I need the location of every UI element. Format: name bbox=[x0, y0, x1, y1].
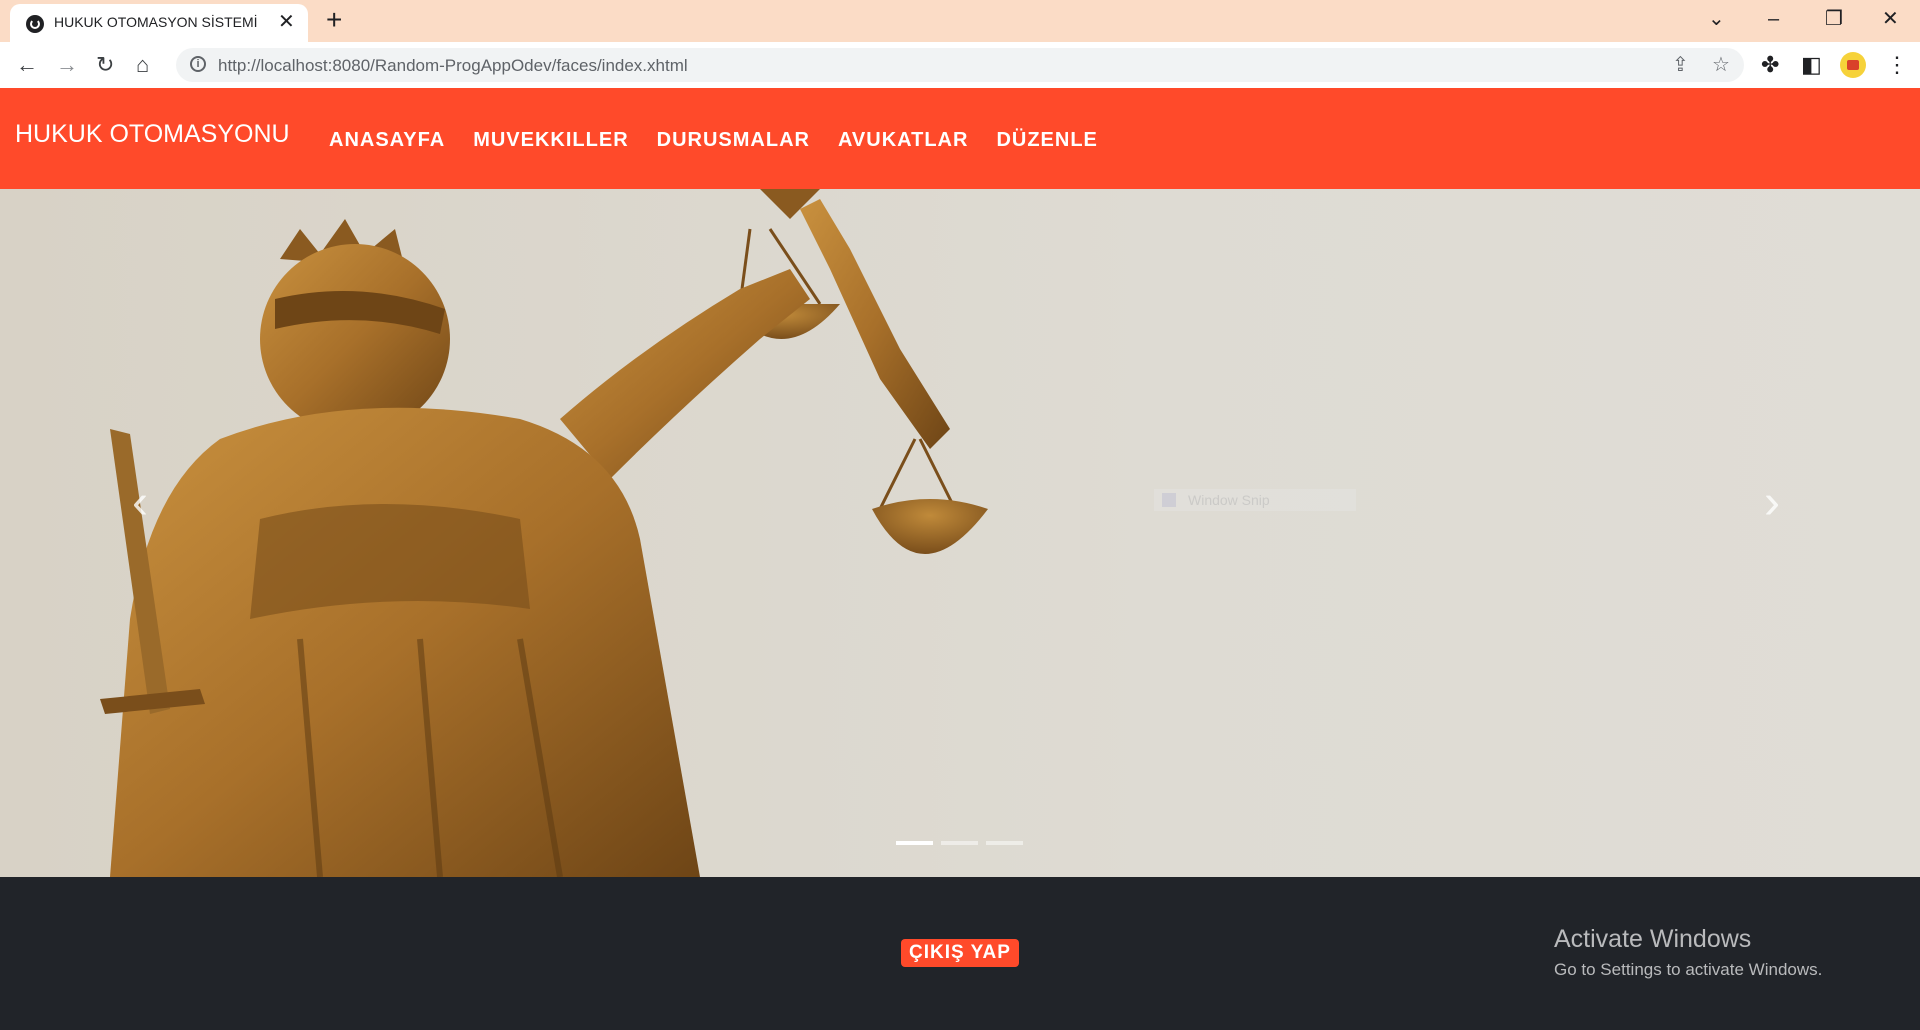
browser-tab-strip: HUKUK OTOMASYON SİSTEMİ ✕ + ⌄ – ❐ ✕ bbox=[0, 0, 1920, 42]
profile-avatar[interactable] bbox=[1840, 52, 1866, 78]
activate-windows-subtitle: Go to Settings to activate Windows. bbox=[1554, 960, 1823, 979]
carousel-next-icon[interactable]: › bbox=[1764, 479, 1780, 527]
carousel-indicator-1[interactable] bbox=[896, 841, 933, 845]
activate-windows-title: Activate Windows bbox=[1554, 925, 1752, 953]
carousel-prev-icon[interactable]: ‹ bbox=[132, 479, 148, 527]
nav-link-anasayfa[interactable]: ANASAYFA bbox=[329, 129, 445, 152]
nav-link-muvekkiller[interactable]: MUVEKKILLER bbox=[473, 129, 628, 152]
site-info-icon[interactable]: i bbox=[190, 56, 206, 72]
site-navbar: HUKUK OTOMASYONU ANASAYFA MUVEKKILLER DU… bbox=[0, 88, 1920, 189]
browser-menu-icon[interactable]: ⋮ bbox=[1886, 52, 1908, 78]
nav-link-avukatlar[interactable]: AVUKATLAR bbox=[838, 129, 968, 152]
nav-link-durusmalar[interactable]: DURUSMALAR bbox=[657, 129, 810, 152]
tab-search-icon[interactable]: ⌄ bbox=[1708, 6, 1725, 32]
bookmark-star-icon[interactable]: ☆ bbox=[1712, 54, 1730, 76]
window-snip-overlay: Window Snip bbox=[1154, 489, 1356, 511]
globe-icon bbox=[26, 15, 44, 33]
lady-justice-statue-image bbox=[100, 189, 988, 877]
side-panel-icon[interactable]: ◧ bbox=[1801, 52, 1822, 78]
logout-button[interactable]: ÇIKIŞ YAP bbox=[901, 939, 1019, 967]
back-button[interactable]: ← bbox=[16, 52, 38, 78]
restore-button[interactable]: ❐ bbox=[1825, 6, 1843, 32]
carousel-indicators bbox=[896, 841, 1023, 845]
address-bar[interactable]: i http://localhost:8080/Random-ProgAppOd… bbox=[176, 48, 1744, 82]
new-tab-button[interactable]: + bbox=[326, 6, 342, 34]
activate-windows-watermark: Activate Windows Go to Settings to activ… bbox=[1554, 925, 1822, 980]
browser-tab[interactable]: HUKUK OTOMASYON SİSTEMİ ✕ bbox=[10, 4, 308, 42]
forward-button[interactable]: → bbox=[56, 52, 78, 78]
minimize-button[interactable]: – bbox=[1768, 6, 1779, 32]
snip-icon bbox=[1162, 493, 1176, 507]
brand-logo-text[interactable]: HUKUK OTOMASYONU bbox=[15, 120, 290, 149]
nav-links: ANASAYFA MUVEKKILLER DURUSMALAR AVUKATLA… bbox=[329, 129, 1098, 152]
url-text[interactable]: http://localhost:8080/Random-ProgAppOdev… bbox=[218, 56, 688, 76]
snip-label: Window Snip bbox=[1188, 492, 1270, 508]
home-button[interactable]: ⌂ bbox=[136, 52, 149, 78]
hero-carousel: ‹ › Window Snip bbox=[0, 189, 1920, 877]
extensions-icon[interactable]: ✤ bbox=[1761, 52, 1779, 78]
tab-close-icon[interactable]: ✕ bbox=[278, 12, 295, 32]
nav-link-duzenle[interactable]: DÜZENLE bbox=[996, 129, 1097, 152]
carousel-indicator-3[interactable] bbox=[986, 841, 1023, 845]
carousel-indicator-2[interactable] bbox=[941, 841, 978, 845]
tab-title: HUKUK OTOMASYON SİSTEMİ bbox=[54, 14, 258, 30]
browser-toolbar: ← → ↻ ⌂ i http://localhost:8080/Random-P… bbox=[0, 42, 1920, 88]
close-window-button[interactable]: ✕ bbox=[1882, 6, 1899, 32]
reload-button[interactable]: ↻ bbox=[96, 52, 114, 78]
site-footer: ÇIKIŞ YAP Activate Windows Go to Setting… bbox=[0, 877, 1920, 1030]
share-icon[interactable]: ⇪ bbox=[1672, 54, 1689, 76]
